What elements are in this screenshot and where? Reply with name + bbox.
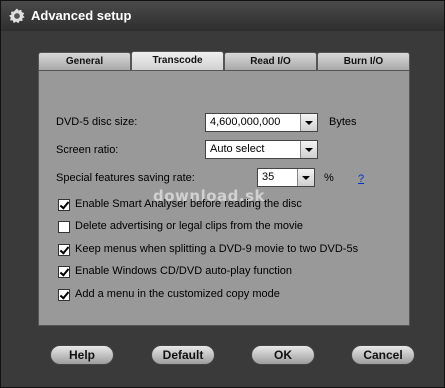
help-button[interactable]: Help [50, 345, 114, 365]
checkbox[interactable] [58, 221, 70, 233]
screen-ratio-select[interactable]: Auto select [205, 140, 318, 159]
disc-size-unit: Bytes [329, 116, 357, 128]
ok-button[interactable]: OK [251, 345, 315, 365]
saving-rate-unit: % [324, 172, 334, 184]
saving-rate-select[interactable]: 35 [257, 168, 315, 187]
default-button[interactable]: Default [151, 345, 215, 365]
chevron-down-icon[interactable] [300, 114, 317, 131]
saving-rate-label: Special features saving rate: [56, 172, 195, 184]
screen-ratio-label: Screen ratio: [56, 144, 119, 156]
tab-bar: General Transcode Read I/O Burn I/O [38, 51, 410, 71]
option-label: Delete advertising or legal clips from t… [75, 220, 304, 232]
option-label: Keep menus when splitting a DVD-9 movie … [75, 243, 359, 255]
advanced-setup-window: Advanced setup General Transcode Read I/… [0, 0, 445, 388]
checkbox[interactable] [58, 266, 70, 278]
option-label: Enable Windows CD/DVD auto-play function [75, 265, 293, 277]
disc-size-value: 4,600,000,000 [210, 116, 281, 128]
chevron-down-icon[interactable] [297, 169, 314, 186]
window-title: Advanced setup [31, 8, 132, 23]
title-bar: Advanced setup [1, 1, 444, 31]
chevron-down-icon[interactable] [300, 141, 317, 158]
tab-burn-io[interactable]: Burn I/O [317, 52, 410, 70]
disc-size-select[interactable]: 4,600,000,000 [205, 113, 318, 132]
checkbox[interactable] [58, 289, 70, 301]
saving-rate-help-link[interactable]: ? [358, 173, 364, 185]
checkbox[interactable] [58, 199, 70, 211]
saving-rate-value: 35 [262, 171, 275, 183]
checkbox[interactable] [58, 244, 70, 256]
option-label: Enable Smart Analyser before reading the… [75, 198, 302, 210]
screen-ratio-value: Auto select [210, 143, 265, 155]
cancel-button[interactable]: Cancel [351, 345, 415, 365]
tab-transcode[interactable]: Transcode [131, 51, 224, 71]
tab-general[interactable]: General [38, 52, 131, 70]
gear-icon [8, 7, 26, 25]
tab-read-io[interactable]: Read I/O [224, 52, 317, 70]
disc-size-label: DVD-5 disc size: [56, 116, 138, 128]
option-label: Add a menu in the customized copy mode [75, 288, 280, 300]
